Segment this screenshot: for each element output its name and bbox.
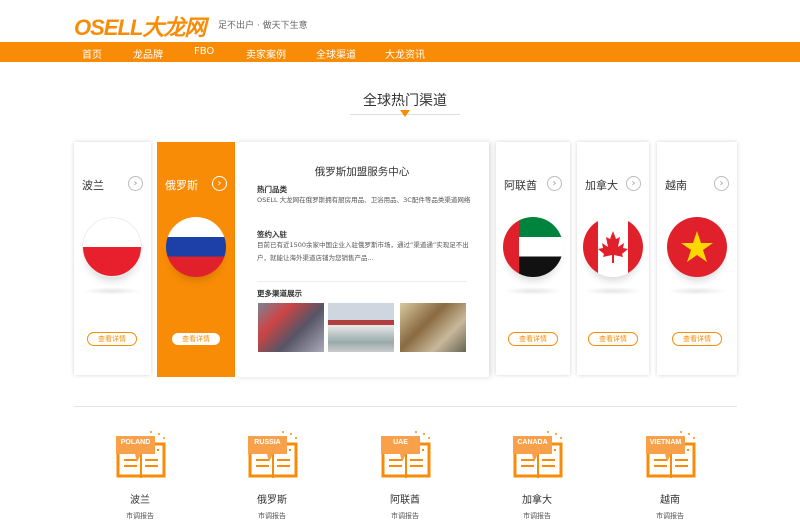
channel-card-canada[interactable]: 加拿大 › 查看详情 bbox=[577, 142, 649, 375]
report-item[interactable]: CANADA 加拿大 市调报告 bbox=[492, 430, 582, 521]
report-item[interactable]: VIETNAM 越南 市调报告 bbox=[625, 430, 715, 521]
store-photo-2[interactable] bbox=[328, 303, 394, 352]
details-button[interactable]: 查看详情 bbox=[588, 332, 638, 346]
panel-title: 俄罗斯加盟服务中心 bbox=[314, 166, 410, 178]
channel-card-poland[interactable]: 波兰 › 查看详情 bbox=[74, 142, 151, 375]
report-tag: CANADA bbox=[517, 439, 548, 446]
flag-shadow bbox=[583, 287, 643, 295]
report-country: 波兰 bbox=[130, 495, 150, 506]
signup-text: 目前已有近1500余家中国企业入驻俄罗斯市场，通过“渠道通”实现足不出户，就能让… bbox=[257, 241, 469, 262]
report-item[interactable]: POLAND 波兰 市调报告 bbox=[95, 430, 185, 521]
more-channels-heading: 更多渠道展示 bbox=[257, 289, 302, 298]
details-button[interactable]: 查看详情 bbox=[672, 332, 722, 346]
report-book-icon: POLAND bbox=[115, 430, 166, 478]
flag-shadow bbox=[503, 287, 563, 295]
card-label: 越南 bbox=[665, 179, 687, 192]
report-tag: POLAND bbox=[120, 439, 151, 446]
report-tag: UAE bbox=[393, 439, 408, 446]
report-subtitle: 市调报告 bbox=[523, 512, 551, 520]
nav-home[interactable]: 首页 bbox=[82, 46, 102, 61]
main-nav: 首页 龙品牌 FBO 卖家案例 全球渠道 大龙资讯 bbox=[0, 42, 800, 62]
nav-cases[interactable]: 卖家案例 bbox=[246, 46, 286, 61]
report-subtitle: 市调报告 bbox=[656, 512, 684, 520]
report-tag: VIETNAM bbox=[649, 439, 682, 446]
card-label: 波兰 bbox=[82, 179, 104, 192]
report-country: 俄罗斯 bbox=[257, 495, 287, 506]
chevron-right-icon[interactable]: › bbox=[128, 176, 143, 191]
chevron-right-icon[interactable]: › bbox=[212, 176, 227, 191]
arrow-down-icon bbox=[400, 110, 410, 117]
poland-flag-icon bbox=[82, 217, 142, 277]
report-country: 加拿大 bbox=[522, 495, 552, 506]
report-book-icon: RUSSIA bbox=[247, 430, 298, 478]
section-title: 全球热门渠道 bbox=[363, 93, 447, 109]
nav-fbo[interactable]: FBO bbox=[194, 46, 214, 57]
report-book-icon: UAE bbox=[380, 430, 431, 478]
canada-flag-icon bbox=[583, 217, 643, 277]
channel-card-vietnam[interactable]: 越南 › 查看详情 bbox=[657, 142, 737, 375]
channel-card-uae[interactable]: 阿联酋 › 查看详情 bbox=[496, 142, 570, 375]
details-button[interactable]: 查看详情 bbox=[87, 332, 137, 346]
nav-news[interactable]: 大龙资讯 bbox=[385, 46, 425, 61]
uae-flag-icon bbox=[503, 217, 563, 277]
russia-flag-icon bbox=[166, 217, 226, 277]
report-country: 越南 bbox=[660, 495, 680, 506]
slogan: 足不出户 · 做天下生意 bbox=[218, 21, 308, 31]
report-subtitle: 市调报告 bbox=[126, 512, 154, 520]
russia-detail-panel: 俄罗斯加盟服务中心 热门品类 OSELL 大龙网在俄罗斯拥有厨房用品、卫浴用品、… bbox=[235, 142, 489, 377]
vietnam-flag-icon bbox=[667, 217, 727, 277]
hot-categories-text: OSELL 大龙网在俄罗斯拥有厨房用品、卫浴用品、3C配件等品类渠道网络 bbox=[257, 196, 471, 204]
report-item[interactable]: UAE 阿联酋 市调报告 bbox=[360, 430, 450, 521]
chevron-right-icon[interactable]: › bbox=[714, 176, 729, 191]
report-book-icon: VIETNAM bbox=[645, 430, 696, 478]
nav-channels[interactable]: 全球渠道 bbox=[316, 46, 356, 61]
card-label: 阿联酋 bbox=[504, 179, 537, 192]
report-subtitle: 市调报告 bbox=[258, 512, 286, 520]
details-button[interactable]: 查看详情 bbox=[508, 332, 558, 346]
nav-brand[interactable]: 龙品牌 bbox=[133, 46, 163, 61]
report-tag: RUSSIA bbox=[254, 439, 281, 446]
flag-shadow bbox=[667, 287, 727, 295]
store-photo-1[interactable] bbox=[258, 303, 324, 352]
panel-divider bbox=[257, 281, 467, 282]
details-button[interactable]: 查看详情 bbox=[171, 332, 221, 346]
chevron-right-icon[interactable]: › bbox=[547, 176, 562, 191]
report-country: 阿联酋 bbox=[390, 495, 420, 506]
card-label: 俄罗斯 bbox=[165, 179, 198, 192]
store-photo-3[interactable] bbox=[400, 303, 466, 352]
card-label: 加拿大 bbox=[585, 179, 618, 192]
report-subtitle: 市调报告 bbox=[391, 512, 419, 520]
logo[interactable]: OSELL大龙网 bbox=[74, 10, 206, 42]
report-item[interactable]: RUSSIA 俄罗斯 市调报告 bbox=[227, 430, 317, 521]
chevron-right-icon[interactable]: › bbox=[626, 176, 641, 191]
report-book-icon: CANADA bbox=[512, 430, 563, 478]
flag-shadow bbox=[82, 287, 142, 295]
channel-card-russia[interactable]: 俄罗斯 › 查看详情 bbox=[157, 142, 235, 377]
section-divider bbox=[74, 406, 737, 407]
